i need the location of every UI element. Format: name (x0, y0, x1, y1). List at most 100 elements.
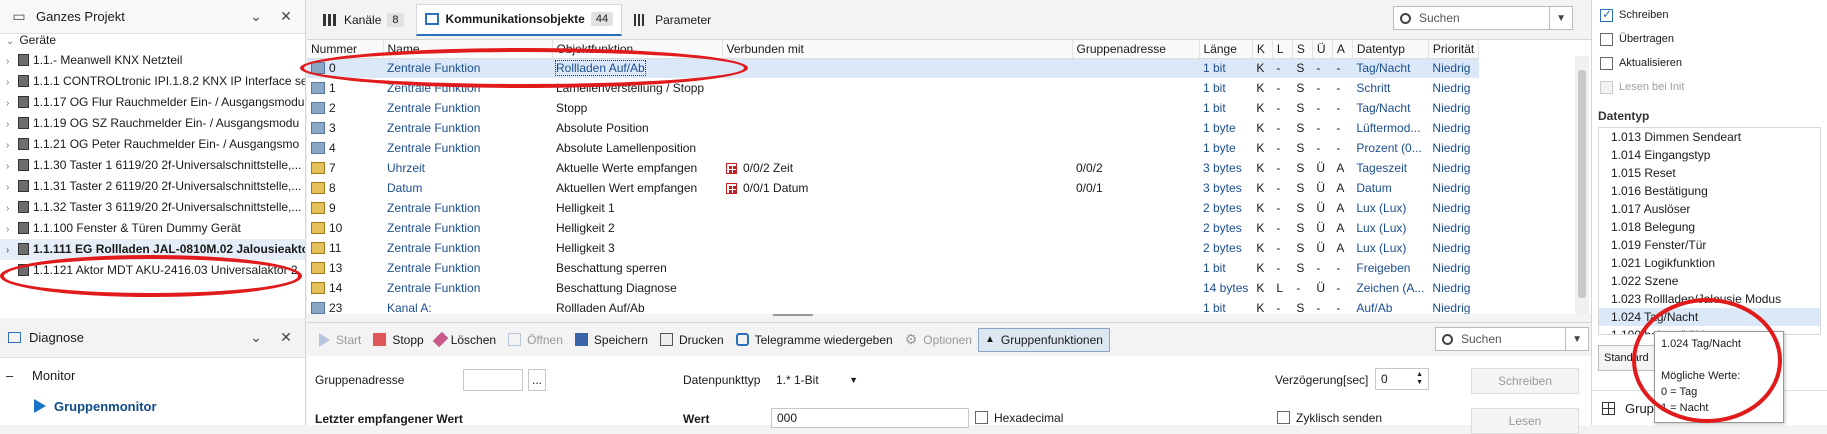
tree-group-devices[interactable]: ⌄ Geräte (0, 34, 305, 50)
column-header[interactable]: Gruppenadresse (1072, 40, 1200, 59)
tree-item-device[interactable]: › 1.1.32 Taster 3 6119/20 2f-Universalsch… (0, 197, 305, 218)
expand-icon[interactable]: › (6, 156, 16, 176)
check-box[interactable] (1600, 7, 1613, 22)
column-header[interactable]: Priorität (1428, 40, 1480, 59)
table-row[interactable]: 13 Zentrale Funktion Beschattung sperren 1 … (307, 258, 1479, 278)
spin-icon[interactable]: ▲ ▼ (1416, 371, 1423, 387)
column-header[interactable]: A (1332, 40, 1353, 59)
search-input[interactable]: Suchen (1461, 332, 1565, 346)
check-box[interactable] (1600, 56, 1613, 70)
list-item[interactable]: 1.023 Rollladen/Jalousie Modus (1599, 290, 1820, 308)
close-icon[interactable]: ✕ (275, 6, 297, 28)
column-header[interactable]: S (1292, 40, 1313, 59)
open-button[interactable]: Öffnen (502, 328, 569, 352)
list-item[interactable]: 1.022 Szene (1599, 272, 1820, 290)
tree-item-device[interactable]: › 1.1.31 Taster 2 6119/20 2f-Universalsch… (0, 176, 305, 197)
chevron-down-icon[interactable]: ⌄ (245, 327, 267, 349)
expand-icon[interactable]: › (6, 261, 16, 281)
table-row[interactable]: 9 Zentrale Funktion Helligkeit 1 2 bytes K - S… (307, 198, 1479, 218)
table-row[interactable]: 10 Zentrale Funktion Helligkeit 2 2 bytes K -… (307, 218, 1479, 238)
expand-icon[interactable]: › (6, 240, 16, 260)
objects-search[interactable]: Suchen ▼ (1393, 6, 1573, 30)
table-row[interactable]: 14 Zentrale Funktion Beschattung Diagnose 1… (307, 278, 1479, 298)
check-box[interactable] (1600, 32, 1613, 46)
delay-stepper[interactable]: 0 ▲ ▼ (1375, 368, 1429, 390)
tree-item-device[interactable]: › 1.1.- Meanwell KNX Netzteil (0, 50, 305, 71)
column-header[interactable]: L (1272, 40, 1293, 59)
tree-item-device[interactable]: › 1.1.21 OG Peter Rauchmelder Ein- / Ausg… (0, 134, 305, 155)
read-button[interactable]: Lesen (1471, 408, 1579, 434)
tree-item-device[interactable]: › 1.1.30 Taster 1 6119/20 2f-Universalsch… (0, 155, 305, 176)
table-row[interactable]: 1 Zentrale Funktion Lamellenverstellung / … (307, 78, 1479, 98)
dpt-select[interactable]: 1.* 1-Bit ▼ (771, 369, 863, 391)
datatype-list[interactable]: 1.013 Dimmen Sendeart 1.014 Eingangstyp 1.… (1598, 127, 1821, 335)
start-button[interactable]: Start (313, 328, 367, 352)
standard-button[interactable]: Standard (1598, 345, 1660, 371)
browse-button[interactable]: ... (528, 369, 546, 391)
option-checkbox[interactable]: Schreiben (1592, 3, 1827, 27)
tab-parameter[interactable]: Parameter (626, 4, 719, 36)
expand-icon[interactable]: › (6, 198, 16, 218)
column-header[interactable]: Nummer (307, 40, 384, 59)
table-row[interactable]: 4 Zentrale Funktion Absolute Lamellenposit… (307, 138, 1479, 158)
table-row[interactable]: 7 Uhrzeit Aktuelle Werte empfangen 0/0/2 Ze… (307, 158, 1479, 178)
chevron-down-icon[interactable]: ▼ (1565, 328, 1582, 350)
monitor-search[interactable]: Suchen ▼ (1435, 327, 1589, 351)
table-row[interactable]: 8 Datum Aktuellen Wert empfangen 0/0/1 Datu… (307, 178, 1479, 198)
expand-icon[interactable]: ⌄ (6, 36, 16, 48)
print-button[interactable]: Drucken (654, 328, 730, 352)
column-header[interactable]: K (1252, 40, 1273, 59)
chevron-down-icon[interactable]: ⌄ (245, 6, 267, 28)
column-header[interactable]: Name (383, 40, 553, 59)
option-checkbox[interactable]: Aktualisieren (1592, 51, 1827, 75)
collapse-icon[interactable]: – (6, 368, 20, 383)
list-item[interactable]: 1.016 Bestätigung (1599, 182, 1820, 200)
list-item[interactable]: 1.018 Belegung (1599, 218, 1820, 236)
hex-checkbox[interactable]: Hexadecimal (975, 411, 1063, 425)
tree-item-device[interactable]: › 1.1.1 CONTROLtronic IPI.1.8.2 KNX IP In… (0, 71, 305, 92)
tree-item-device[interactable]: › 1.1.17 OG Flur Rauchmelder Ein- / Ausga… (0, 92, 305, 113)
value-input[interactable]: 000 (771, 408, 969, 428)
check-box[interactable] (1600, 80, 1613, 94)
option-checkbox[interactable]: Lesen bei Init (1592, 75, 1827, 99)
close-icon[interactable]: ✕ (275, 327, 297, 349)
table-row[interactable]: 23 Kanal A: Rollladen Auf/Ab 1 bit K - S - - Auf/… (307, 298, 1479, 314)
expand-icon[interactable]: › (6, 135, 16, 155)
stop-button[interactable]: Stopp (367, 328, 429, 352)
column-header[interactable]: Datentyp (1352, 40, 1429, 59)
save-button[interactable]: Speichern (569, 328, 654, 352)
list-item[interactable]: 1.019 Fenster/Tür (1599, 236, 1820, 254)
table-row[interactable]: 11 Zentrale Funktion Helligkeit 3 2 bytes K -… (307, 238, 1479, 258)
option-checkbox[interactable]: Übertragen (1592, 27, 1827, 51)
search-input[interactable]: Suchen (1419, 11, 1549, 25)
column-header[interactable]: Länge (1199, 40, 1253, 59)
options-button[interactable]: ⚙ Optionen (899, 328, 978, 352)
tab-kommunikationsobjekte[interactable]: Kommunikationsobjekte 44 (415, 3, 623, 36)
tree-item-device[interactable]: › 1.1.111 EG Rollladen JAL-0810M.02 Jalou… (0, 239, 305, 260)
chevron-down-icon[interactable]: ▼ (1549, 7, 1566, 29)
column-header[interactable]: Verbunden mit (722, 40, 1073, 59)
expand-icon[interactable]: › (6, 177, 16, 197)
tree-item-device[interactable]: › 1.1.121 Aktor MDT AKU-2416.03 Universal… (0, 260, 305, 281)
tab-kanaele[interactable]: Kanäle 8 (315, 4, 412, 36)
group-monitor-item[interactable]: Gruppenmonitor (0, 392, 305, 420)
cyclic-check-box[interactable] (1277, 411, 1290, 424)
column-header[interactable]: Ü (1312, 40, 1333, 59)
list-item[interactable]: 1.021 Logikfunktion (1599, 254, 1820, 272)
expand-icon[interactable]: › (6, 93, 16, 113)
tree-item-device[interactable]: › 1.1.19 OG SZ Rauchmelder Ein- / Ausgang… (0, 113, 305, 134)
expand-icon[interactable]: › (6, 114, 16, 134)
list-item[interactable]: 1.017 Auslöser (1599, 200, 1820, 218)
write-button[interactable]: Schreiben (1471, 368, 1579, 394)
splitter-handle[interactable] (773, 314, 813, 316)
table-scrollbar-thumb[interactable] (1578, 70, 1586, 298)
list-item[interactable]: 1.015 Reset (1599, 164, 1820, 182)
replay-button[interactable]: Telegramme wiedergeben (730, 328, 899, 352)
expand-icon[interactable]: › (6, 51, 16, 71)
delete-button[interactable]: Löschen (430, 328, 502, 352)
monitor-item[interactable]: – Monitor (0, 358, 305, 392)
group-functions-button[interactable]: ▲ Gruppenfunktionen (977, 327, 1110, 352)
hex-check-box[interactable] (975, 411, 988, 424)
tree-item-device[interactable]: › 1.1.100 Fenster & Türen Dummy Gerät (0, 218, 305, 239)
table-row[interactable]: 2 Zentrale Funktion Stopp 1 bit K - S - - Tag/Nac… (307, 98, 1479, 118)
